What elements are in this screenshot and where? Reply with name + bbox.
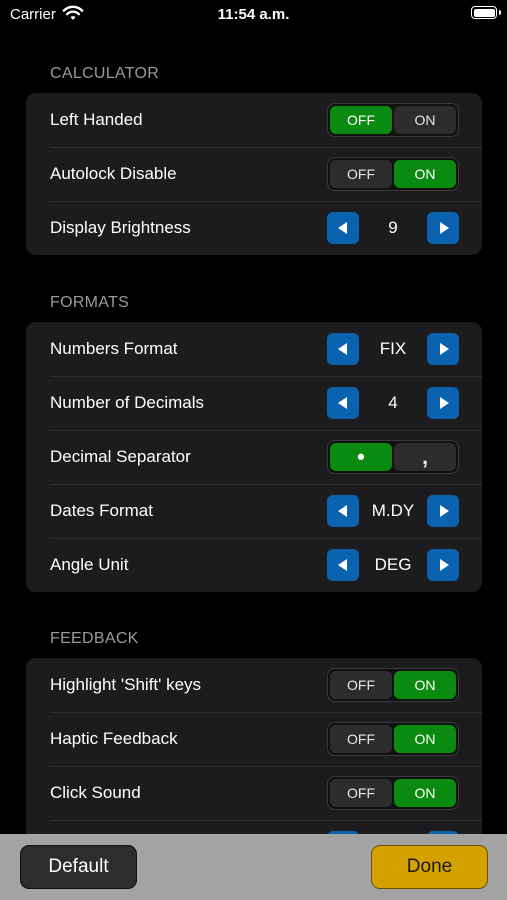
battery-icon <box>471 6 501 19</box>
dates-format-label: Dates Format <box>50 501 153 520</box>
section-title-formats: FORMATS <box>50 294 130 311</box>
brightness-label: Display Brightness <box>50 218 191 237</box>
haptic-segmented-control: OFF ON <box>327 722 459 756</box>
autolock-on-button[interactable]: ON <box>394 160 456 188</box>
triangle-right-icon <box>439 343 449 355</box>
brightness-stepper: 9 <box>327 211 459 245</box>
separator-dot-button[interactable]: • <box>330 443 392 471</box>
decimals-stepper: 4 <box>327 386 459 420</box>
click-sound-off-button[interactable]: OFF <box>330 779 392 807</box>
row-display-brightness: Display Brightness 9 <box>26 201 482 255</box>
autolock-off-button[interactable]: OFF <box>330 160 392 188</box>
triangle-right-icon <box>439 397 449 409</box>
row-autolock-disable: Autolock Disable OFF ON <box>26 147 482 201</box>
click-sound-segmented-control: OFF ON <box>327 776 459 810</box>
separator-comma-button[interactable]: , <box>394 443 456 471</box>
angle-unit-stepper: DEG <box>327 548 459 582</box>
brightness-value: 9 <box>388 218 398 237</box>
row-decimal-separator: Decimal Separator • , <box>26 430 482 484</box>
row-dates-format: Dates Format M.DY <box>26 484 482 538</box>
triangle-right-icon <box>439 505 449 517</box>
triangle-right-icon <box>439 222 449 234</box>
clock: 11:54 a.m. <box>217 6 290 23</box>
numbers-format-stepper: FIX <box>327 332 459 366</box>
highlight-shift-on-button[interactable]: ON <box>394 671 456 699</box>
haptic-on-button[interactable]: ON <box>394 725 456 753</box>
decimals-label: Number of Decimals <box>50 393 204 412</box>
left-handed-label: Left Handed <box>50 110 143 129</box>
row-numbers-format: Numbers Format FIX <box>26 322 482 376</box>
dates-format-value: M.DY <box>371 501 415 520</box>
row-click-sound: Click Sound OFF ON <box>26 766 482 820</box>
row-angle-unit: Angle Unit DEG <box>26 538 482 592</box>
decimals-decrease-button[interactable] <box>327 387 359 419</box>
calculator-card: Left Handed OFF ON Autolock Disable OFF … <box>26 93 482 255</box>
decimals-value: 4 <box>388 393 398 412</box>
decimals-increase-button[interactable] <box>427 387 459 419</box>
numbers-format-value: FIX <box>379 339 407 358</box>
click-sound-on-button[interactable]: ON <box>394 779 456 807</box>
click-sound-label: Click Sound <box>50 783 141 802</box>
angle-unit-value: DEG <box>374 555 412 574</box>
dates-format-next-button[interactable] <box>427 495 459 527</box>
status-bar: Carrier 11:54 a.m. <box>0 0 507 30</box>
brightness-decrease-button[interactable] <box>327 212 359 244</box>
row-left-handed: Left Handed OFF ON <box>26 93 482 147</box>
brightness-increase-button[interactable] <box>427 212 459 244</box>
highlight-shift-segmented-control: OFF ON <box>327 668 459 702</box>
triangle-left-icon <box>337 397 347 409</box>
triangle-left-icon <box>337 222 347 234</box>
numbers-format-label: Numbers Format <box>50 339 178 358</box>
left-handed-segmented-control: OFF ON <box>327 103 459 137</box>
row-haptic-feedback: Haptic Feedback OFF ON <box>26 712 482 766</box>
left-handed-off-button[interactable]: OFF <box>330 106 392 134</box>
highlight-shift-off-button[interactable]: OFF <box>330 671 392 699</box>
done-button[interactable]: Done <box>371 845 488 889</box>
triangle-left-icon <box>337 343 347 355</box>
dates-format-prev-button[interactable] <box>327 495 359 527</box>
autolock-segmented-control: OFF ON <box>327 157 459 191</box>
triangle-right-icon <box>439 559 449 571</box>
dates-format-stepper: M.DY <box>327 494 459 528</box>
triangle-left-icon <box>337 559 347 571</box>
highlight-shift-label: Highlight 'Shift' keys <box>50 675 202 694</box>
numbers-format-next-button[interactable] <box>427 333 459 365</box>
default-button[interactable]: Default <box>20 845 137 889</box>
separator-segmented-control: • , <box>327 440 459 474</box>
triangle-left-icon <box>337 505 347 517</box>
section-title-feedback: FEEDBACK <box>50 630 139 647</box>
left-handed-on-button[interactable]: ON <box>394 106 456 134</box>
autolock-label: Autolock Disable <box>50 164 177 183</box>
angle-unit-next-button[interactable] <box>427 549 459 581</box>
row-number-of-decimals: Number of Decimals 4 <box>26 376 482 430</box>
angle-unit-label: Angle Unit <box>50 555 129 574</box>
numbers-format-prev-button[interactable] <box>327 333 359 365</box>
row-highlight-shift-keys: Highlight 'Shift' keys OFF ON <box>26 658 482 712</box>
formats-card: Numbers Format FIX Number of Decimals 4 … <box>26 322 482 592</box>
haptic-label: Haptic Feedback <box>50 729 178 748</box>
angle-unit-prev-button[interactable] <box>327 549 359 581</box>
section-title-calculator: CALCULATOR <box>50 65 160 82</box>
haptic-off-button[interactable]: OFF <box>330 725 392 753</box>
bottom-toolbar: Default Done <box>0 834 507 900</box>
separator-label: Decimal Separator <box>50 447 191 466</box>
